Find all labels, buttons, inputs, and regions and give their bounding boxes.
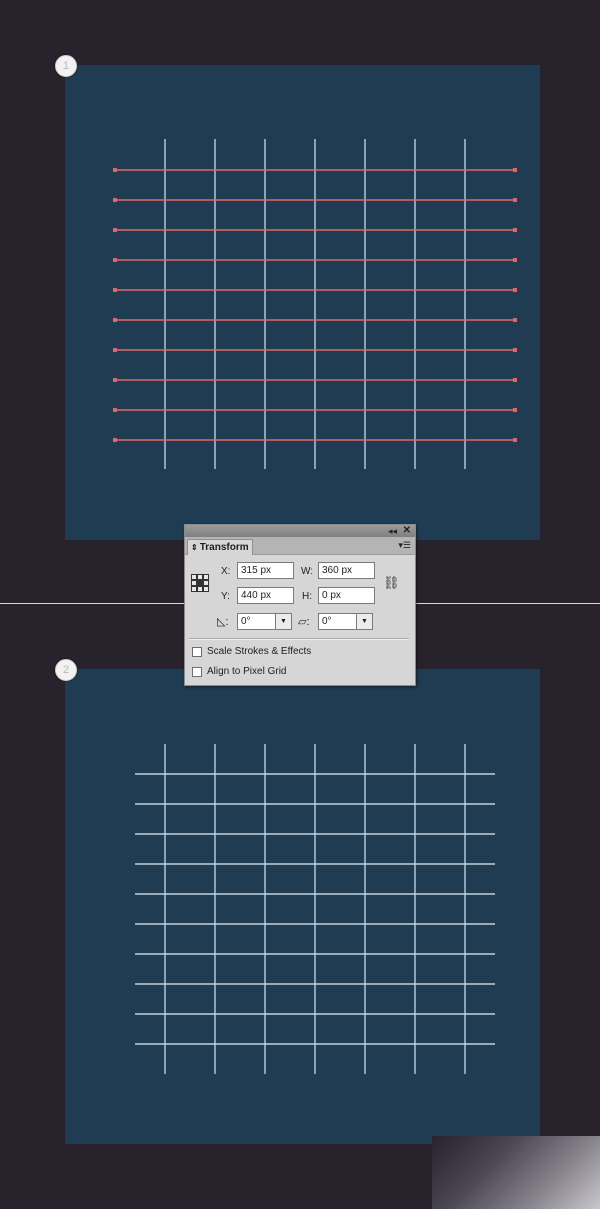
reference-point-icon[interactable] (191, 574, 209, 592)
x-field-box (237, 562, 294, 579)
ref-point-br[interactable] (203, 586, 209, 592)
rotate-select[interactable]: 0° ▼ (237, 613, 292, 630)
constrain-proportions-icon[interactable]: ⛓ (383, 575, 400, 591)
y-label: Y: (221, 591, 230, 602)
anchor-point-handle (513, 288, 517, 292)
rotate-value: 0° (241, 616, 251, 627)
w-field-box (318, 562, 375, 579)
tab-transform-label: Transform (199, 542, 249, 553)
panel-menu-icon[interactable]: ▾☰ (398, 540, 411, 550)
grid-step-2 (135, 744, 495, 1074)
transform-panel: ◂◂ ✕ ⇕Transform ▾☰ X: W: ⛓ Y: H: ◺: 0° ▼ (184, 524, 416, 686)
anchor-point-handle (513, 198, 517, 202)
scale-strokes-checkbox[interactable] (192, 647, 202, 657)
tab-transform[interactable]: ⇕ Transform (187, 539, 253, 555)
x-input[interactable] (241, 565, 293, 576)
w-label: W: (301, 566, 314, 577)
h-field-box (318, 587, 375, 604)
rotate-angle-icon: ◺: (217, 616, 229, 628)
anchor-point-handle (113, 408, 117, 412)
h-input[interactable] (322, 590, 374, 601)
anchor-point-handle (513, 258, 517, 262)
close-icon[interactable]: ✕ (403, 525, 411, 537)
shear-icon: ▱: (298, 616, 310, 628)
anchor-point-handle (513, 348, 517, 352)
tab-sort-icon: ⇕ (191, 543, 198, 552)
y-input[interactable] (241, 590, 293, 601)
w-input[interactable] (322, 565, 374, 576)
grid-step-1 (113, 139, 517, 469)
rotate-dropdown-icon[interactable]: ▼ (275, 614, 291, 629)
anchor-point-handle (513, 378, 517, 382)
anchor-point-handle (113, 378, 117, 382)
step-badge-1: 1 (55, 55, 77, 77)
y-field-box (237, 587, 294, 604)
step-badge-2: 2 (55, 659, 77, 681)
anchor-point-handle (513, 438, 517, 442)
scale-strokes-label: Scale Strokes & Effects (207, 646, 312, 657)
shear-dropdown-icon[interactable]: ▼ (356, 614, 372, 629)
anchor-point-handle (113, 318, 117, 322)
double-chevron-left-icon[interactable]: ◂◂ (388, 525, 397, 537)
align-pixel-grid-checkbox[interactable] (192, 667, 202, 677)
corner-gradient (432, 1136, 600, 1209)
anchor-point-handle (113, 348, 117, 352)
anchor-point-handle (113, 228, 117, 232)
panel-titlebar[interactable]: ◂◂ ✕ (185, 525, 415, 537)
anchor-point-handle (513, 318, 517, 322)
shear-select[interactable]: 0° ▼ (318, 613, 373, 630)
h-label: H: (302, 591, 312, 602)
anchor-point-handle (113, 198, 117, 202)
align-pixel-grid-label: Align to Pixel Grid (207, 666, 287, 677)
panel-tab-row: ⇕ Transform ▾☰ (185, 537, 415, 555)
anchor-point-handle (113, 168, 117, 172)
x-label: X: (221, 566, 231, 577)
anchor-point-handle (113, 438, 117, 442)
anchor-point-handle (513, 228, 517, 232)
anchor-point-handle (513, 168, 517, 172)
anchor-point-handle (513, 408, 517, 412)
anchor-point-handle (113, 288, 117, 292)
shear-value: 0° (322, 616, 332, 627)
panel-separator (189, 638, 409, 640)
anchor-point-handle (113, 258, 117, 262)
